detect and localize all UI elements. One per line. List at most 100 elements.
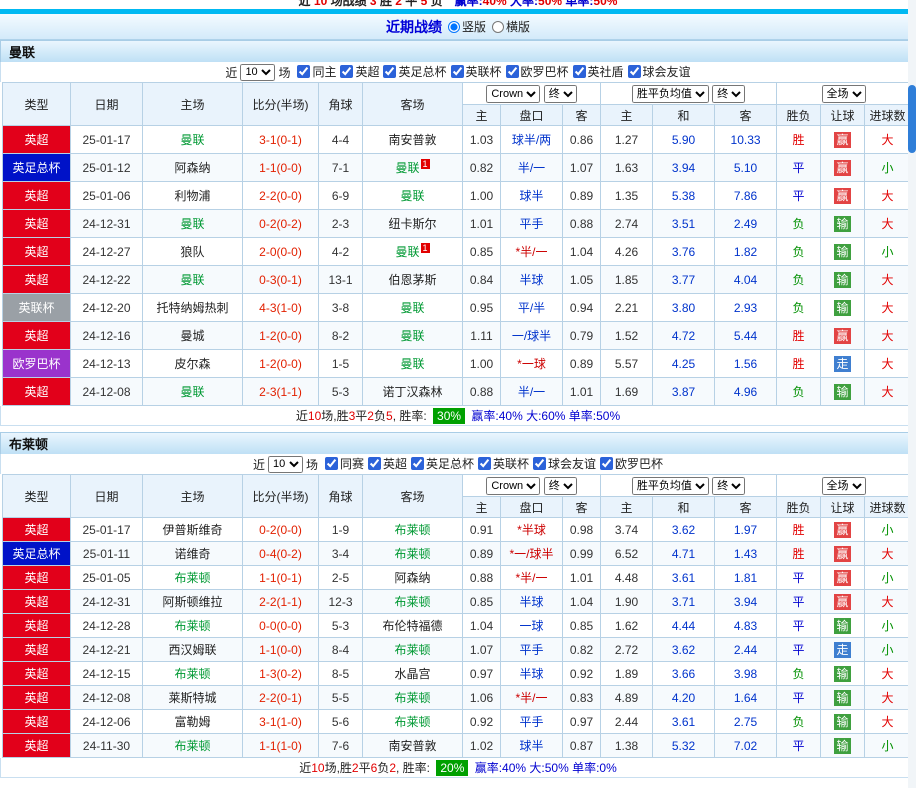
home-team[interactable]: 诺维奇: [174, 547, 210, 561]
filter-checkbox[interactable]: 英足总杯: [383, 63, 447, 80]
away-team[interactable]: 曼联: [400, 357, 424, 371]
home-team[interactable]: 曼城: [180, 329, 204, 343]
home-team[interactable]: 利物浦: [174, 189, 210, 203]
filter-checkbox[interactable]: 英联杯: [478, 455, 529, 472]
filter-checkbox[interactable]: 球会友谊: [627, 63, 691, 80]
away-team[interactable]: 曼联: [400, 301, 424, 315]
away-team[interactable]: 布伦特福德: [382, 619, 442, 633]
radio-horizontal-input[interactable]: [492, 20, 504, 33]
home-team[interactable]: 富勒姆: [174, 715, 210, 729]
checkbox-input[interactable]: [505, 65, 519, 78]
home-team[interactable]: 布莱顿: [174, 619, 210, 633]
home-team[interactable]: 曼联: [180, 217, 204, 231]
home-team[interactable]: 曼联: [180, 133, 204, 147]
away-team[interactable]: 纽卡斯尔: [388, 217, 436, 231]
scope-select[interactable]: 全场: [821, 84, 866, 103]
wdl-avg-select[interactable]: 胜平负均值: [631, 476, 709, 495]
score[interactable]: 0-4(0-2): [242, 541, 319, 566]
odds-stage-select[interactable]: 终: [543, 476, 577, 495]
away-team[interactable]: 曼联: [395, 245, 419, 259]
home-team[interactable]: 西汉姆联: [168, 643, 216, 657]
away-team[interactable]: 南安普敦: [388, 739, 436, 753]
filter-checkbox[interactable]: 英足总杯: [411, 455, 474, 472]
score[interactable]: 2-3(1-1): [242, 377, 319, 406]
score[interactable]: 1-1(0-0): [242, 153, 319, 182]
away-team[interactable]: 伯恩茅斯: [388, 273, 436, 287]
bookmaker-select[interactable]: Crown: [486, 476, 541, 495]
checkbox-input[interactable]: [324, 457, 338, 470]
checkbox-input[interactable]: [478, 457, 492, 470]
filter-checkbox[interactable]: 英社盾: [572, 63, 624, 80]
away-team[interactable]: 曼联: [400, 189, 424, 203]
score[interactable]: 3-1(0-1): [242, 125, 319, 154]
score[interactable]: 2-2(0-0): [242, 181, 319, 210]
home-team[interactable]: 阿斯顿维拉: [162, 595, 222, 609]
filter-checkbox[interactable]: 欧罗巴杯: [600, 455, 663, 472]
filter-checkbox[interactable]: 球会友谊: [533, 455, 596, 472]
score[interactable]: 1-2(0-0): [242, 349, 319, 378]
home-team[interactable]: 曼联: [180, 273, 204, 287]
home-team[interactable]: 曼联: [180, 385, 204, 399]
away-team[interactable]: 布莱顿: [394, 547, 430, 561]
checkbox-input[interactable]: [411, 457, 424, 470]
checkbox-input[interactable]: [600, 457, 614, 470]
home-team[interactable]: 狼队: [180, 245, 204, 259]
checkbox-input[interactable]: [383, 65, 397, 78]
checkbox-input[interactable]: [297, 65, 311, 78]
layout-radio-horizontal[interactable]: 横版: [492, 18, 530, 35]
away-team[interactable]: 布莱顿: [394, 595, 430, 609]
checkbox-input[interactable]: [450, 65, 464, 78]
score[interactable]: 4-3(1-0): [242, 293, 319, 322]
wdl-avg-select[interactable]: 胜平负均值: [631, 84, 709, 103]
score[interactable]: 1-1(0-0): [242, 637, 319, 662]
away-team[interactable]: 布莱顿: [394, 715, 430, 729]
odds-stage-select[interactable]: 终: [543, 84, 577, 103]
checkbox-input[interactable]: [627, 65, 641, 78]
away-team[interactable]: 布莱顿: [394, 643, 430, 657]
home-team[interactable]: 布莱顿: [174, 667, 210, 681]
filter-checkbox[interactable]: 英超: [367, 455, 407, 472]
score[interactable]: 0-0(0-0): [242, 613, 319, 638]
near-count-select[interactable]: 10: [267, 455, 303, 473]
home-team[interactable]: 托特纳姆热刺: [156, 301, 228, 315]
filter-checkbox[interactable]: 欧罗巴杯: [505, 63, 569, 80]
filter-checkbox[interactable]: 英联杯: [450, 63, 502, 80]
score[interactable]: 1-1(0-1): [242, 565, 319, 590]
radio-vertical-input[interactable]: [447, 20, 460, 33]
away-team[interactable]: 布莱顿: [394, 523, 430, 537]
away-team[interactable]: 水晶宫: [394, 667, 430, 681]
layout-radio-vertical[interactable]: 竖版: [447, 18, 486, 35]
filter-checkbox[interactable]: 英超: [340, 63, 379, 80]
home-team[interactable]: 布莱顿: [174, 571, 210, 585]
checkbox-input[interactable]: [340, 65, 354, 78]
away-team[interactable]: 南安普敦: [388, 133, 436, 147]
page-scrollbar[interactable]: [908, 0, 916, 788]
scope-select[interactable]: 全场: [821, 476, 866, 495]
score[interactable]: 1-3(0-2): [242, 661, 319, 686]
score[interactable]: 2-2(0-1): [242, 685, 319, 710]
checkbox-input[interactable]: [367, 457, 381, 470]
filter-checkbox[interactable]: 同赛: [324, 455, 364, 472]
score[interactable]: 2-2(1-1): [242, 589, 319, 614]
score[interactable]: 0-3(0-1): [242, 265, 319, 294]
scrollbar-thumb[interactable]: [908, 85, 916, 153]
near-count-select[interactable]: 10: [240, 63, 276, 81]
home-team[interactable]: 皮尔森: [174, 357, 210, 371]
away-team[interactable]: 诺丁汉森林: [382, 385, 442, 399]
away-team[interactable]: 阿森纳: [394, 571, 430, 585]
home-team[interactable]: 阿森纳: [174, 161, 210, 175]
score[interactable]: 0-2(0-0): [242, 517, 319, 542]
home-team[interactable]: 莱斯特城: [168, 691, 216, 705]
avg-stage-select[interactable]: 终: [712, 84, 746, 103]
checkbox-input[interactable]: [572, 65, 586, 78]
score[interactable]: 3-1(1-0): [242, 709, 319, 734]
filter-checkbox[interactable]: 同主: [297, 63, 336, 80]
avg-stage-select[interactable]: 终: [712, 476, 746, 495]
away-team[interactable]: 曼联: [400, 329, 424, 343]
away-team[interactable]: 曼联: [395, 161, 419, 175]
checkbox-input[interactable]: [533, 457, 547, 470]
score[interactable]: 2-0(0-0): [242, 237, 319, 266]
score[interactable]: 0-2(0-2): [242, 209, 319, 238]
home-team[interactable]: 布莱顿: [174, 739, 210, 753]
score[interactable]: 1-1(1-0): [242, 733, 319, 758]
